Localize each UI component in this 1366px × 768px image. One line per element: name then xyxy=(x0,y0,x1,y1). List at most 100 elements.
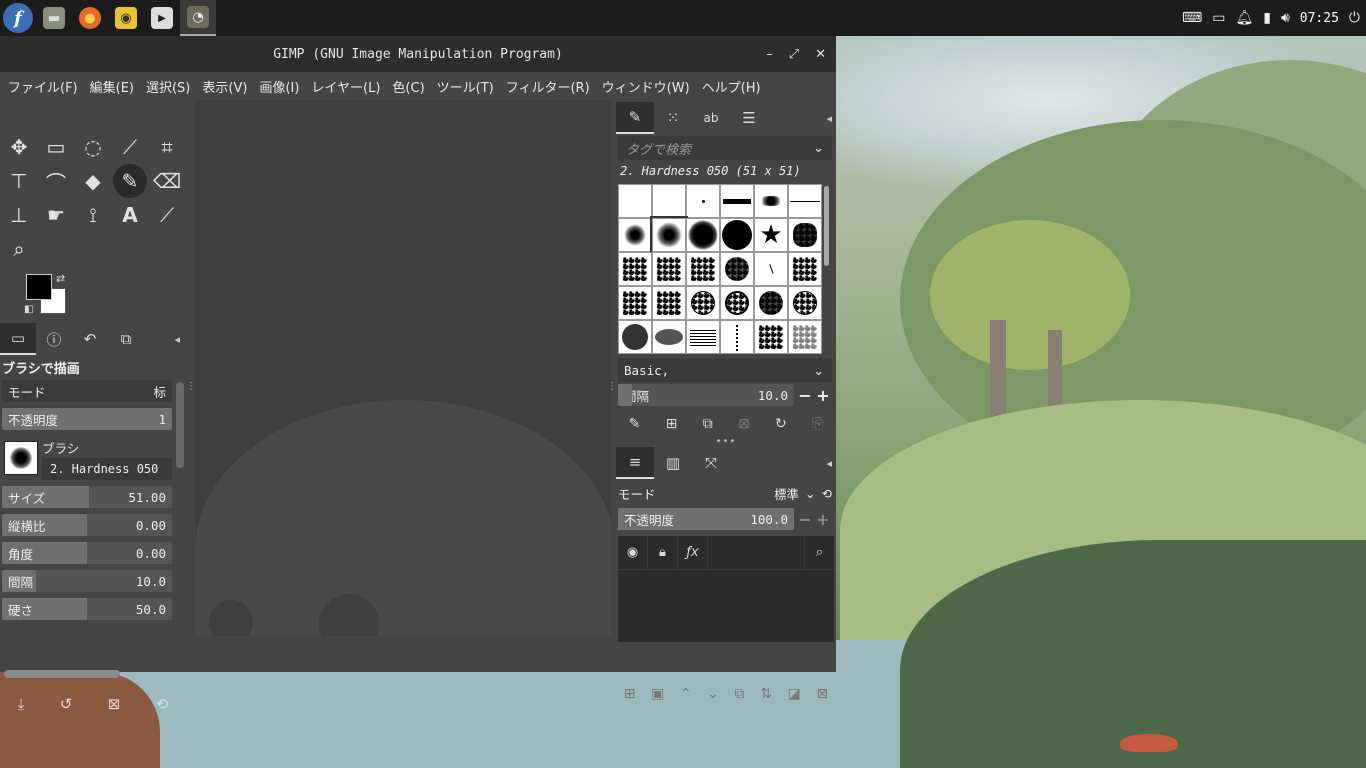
open-brush-as-image-icon[interactable]: ⎘ xyxy=(812,416,823,432)
brushes-tab-icon[interactable]: ✎ xyxy=(616,102,654,134)
brush-cell[interactable] xyxy=(652,252,686,286)
notification-bell-icon[interactable]: 🔔︎ xyxy=(1235,10,1253,26)
minimize-button[interactable]: – xyxy=(766,47,773,62)
window-titlebar[interactable]: GIMP (GNU Image Manipulation Program) – … xyxy=(0,36,836,72)
paths-tab-icon[interactable]: ⤧ xyxy=(692,447,730,479)
menu-select[interactable]: 選択(S) xyxy=(140,77,196,96)
color-picker-tool-icon[interactable]: ⟋ xyxy=(150,198,184,232)
paintbrush-tool-icon[interactable]: ✎ xyxy=(113,164,147,198)
layers-tab-icon[interactable]: ≡ xyxy=(616,447,654,479)
restore-options-icon[interactable]: ↺ xyxy=(60,695,73,713)
delete-brush-icon[interactable]: ⊠ xyxy=(738,416,750,432)
brush-cell[interactable] xyxy=(788,286,822,320)
effects-fx-icon[interactable]: ƒx xyxy=(678,535,708,570)
brush-cell[interactable] xyxy=(788,218,822,252)
brush-grid-scrollbar[interactable] xyxy=(824,186,829,266)
device-status-tab-icon[interactable]: ⓘ xyxy=(36,323,72,355)
gimp-taskbar-button[interactable]: ◔ xyxy=(180,0,216,36)
decrement-icon[interactable]: − xyxy=(796,508,814,530)
tool-option-slider[interactable]: 間隔 10.0 xyxy=(2,570,172,592)
crop-tool-icon[interactable]: ⌗ xyxy=(150,130,184,164)
brush-cell-selected[interactable] xyxy=(650,216,688,254)
visibility-eye-icon[interactable]: ◉ xyxy=(618,535,648,570)
layers-list[interactable]: ◉ 🔒︎ ƒx ⌕ xyxy=(618,535,834,642)
tool-option-slider[interactable]: 縦横比 0.00 xyxy=(2,514,172,536)
refresh-brushes-icon[interactable]: ↻ xyxy=(775,416,787,432)
logout-icon[interactable]: ⏻ xyxy=(1349,10,1360,26)
undo-history-tab-icon[interactable]: ↶ xyxy=(72,323,108,355)
image-canvas[interactable] xyxy=(195,100,611,636)
tag-search-field[interactable]: タグで検索 ⌄ xyxy=(618,136,832,160)
layer-mode-row[interactable]: モード 標準 ⌄ ⟲ xyxy=(616,482,836,504)
lock-icon[interactable]: 🔒︎ xyxy=(648,535,678,570)
dock-menu-icon[interactable]: ◂ xyxy=(826,112,832,125)
channels-tab-icon[interactable]: ▥ xyxy=(654,447,692,479)
menu-layer[interactable]: レイヤー(L) xyxy=(305,77,386,96)
audio-player-launcher[interactable]: ◉ xyxy=(108,0,144,36)
brush-cell[interactable] xyxy=(618,286,652,320)
brush-cell[interactable] xyxy=(618,218,652,252)
tool-option-slider[interactable]: 硬さ 50.0 xyxy=(2,598,172,620)
brush-cell[interactable] xyxy=(686,320,720,354)
save-options-icon[interactable]: ⤓ xyxy=(18,695,25,713)
battery-icon[interactable]: ▮ xyxy=(1263,10,1271,26)
duplicate-brush-icon[interactable]: ⧉ xyxy=(703,416,713,432)
brush-cell[interactable] xyxy=(652,320,686,354)
mode-row[interactable]: モード 标 xyxy=(2,380,172,402)
layer-mode-selector[interactable]: 標準 ⌄ ⟲ xyxy=(774,484,832,503)
new-layer-icon[interactable]: ⊞ xyxy=(624,686,636,702)
delete-options-icon[interactable]: ⊠ xyxy=(108,695,121,713)
brush-cell[interactable] xyxy=(686,184,720,218)
brush-cell[interactable] xyxy=(686,286,720,320)
dock-menu-icon[interactable]: ◂ xyxy=(826,457,832,470)
lower-layer-icon[interactable]: ⌄ xyxy=(707,686,719,702)
smudge-tool-icon[interactable]: ☛ xyxy=(39,198,73,232)
brush-preview[interactable] xyxy=(4,441,38,475)
pane-divider-handle[interactable]: ⋮ xyxy=(607,100,617,672)
tool-options-scrollbar[interactable] xyxy=(176,382,184,468)
media-player-launcher[interactable]: ▶ xyxy=(144,0,180,36)
layer-opacity-slider[interactable]: 不透明度 100.0 xyxy=(618,508,794,530)
new-layer-group-icon[interactable]: ▣ xyxy=(651,686,664,702)
opacity-slider[interactable]: 不透明度 1 xyxy=(2,408,172,430)
clock[interactable]: 07:25 xyxy=(1300,11,1339,26)
mask-layer-icon[interactable]: ◪ xyxy=(788,686,801,702)
fuzzy-select-tool-icon[interactable]: ⟋ xyxy=(113,130,147,164)
menu-file[interactable]: ファイル(F) xyxy=(2,77,84,96)
images-tab-icon[interactable]: ⧉ xyxy=(108,323,144,355)
edit-brush-icon[interactable]: ✎ xyxy=(629,416,641,432)
delete-layer-icon[interactable]: ⊠ xyxy=(816,686,828,702)
paths-tool-icon[interactable]: ⟟ xyxy=(76,198,110,232)
increment-icon[interactable]: + xyxy=(814,508,832,530)
brush-name-field[interactable]: 2. Hardness 050 xyxy=(42,458,172,480)
bucket-fill-tool-icon[interactable]: ◆ xyxy=(76,164,110,198)
brush-cell[interactable] xyxy=(720,320,754,354)
brush-cell[interactable] xyxy=(652,184,686,218)
firefox-launcher[interactable]: ● xyxy=(72,0,108,36)
brush-cell[interactable] xyxy=(720,218,754,252)
brush-cell[interactable] xyxy=(720,252,754,286)
tool-options-hscrollbar[interactable] xyxy=(4,670,120,678)
brush-cell[interactable] xyxy=(686,252,720,286)
reset-options-icon[interactable]: ⟲ xyxy=(156,695,169,713)
fedora-menu-button[interactable]: f xyxy=(0,0,36,36)
dock-menu-icon[interactable]: ◂ xyxy=(174,333,180,346)
menu-view[interactable]: 表示(V) xyxy=(196,77,253,96)
new-brush-icon[interactable]: ⊞ xyxy=(666,416,678,432)
lasso-tool-icon[interactable]: ◌ xyxy=(76,130,110,164)
brush-cell[interactable] xyxy=(788,320,822,354)
document-history-tab-icon[interactable]: ☰ xyxy=(730,102,768,134)
files-launcher[interactable]: ▬ xyxy=(36,0,72,36)
swap-colors-icon[interactable]: ⇄ xyxy=(56,272,65,285)
brush-cell[interactable] xyxy=(754,320,788,354)
eraser-tool-icon[interactable]: ⌫ xyxy=(150,164,184,198)
fonts-tab-icon[interactable]: ab xyxy=(692,102,730,134)
brush-cell[interactable] xyxy=(754,286,788,320)
brush-cell[interactable] xyxy=(754,252,788,286)
menu-filters[interactable]: フィルター(R) xyxy=(500,77,596,96)
volume-icon[interactable]: 🔊︎ xyxy=(1281,10,1290,26)
menu-image[interactable]: 画像(I) xyxy=(253,77,305,96)
menu-help[interactable]: ヘルプ(H) xyxy=(696,77,767,96)
search-icon[interactable]: ⌕ xyxy=(804,535,834,570)
brush-cell[interactable] xyxy=(618,320,652,354)
